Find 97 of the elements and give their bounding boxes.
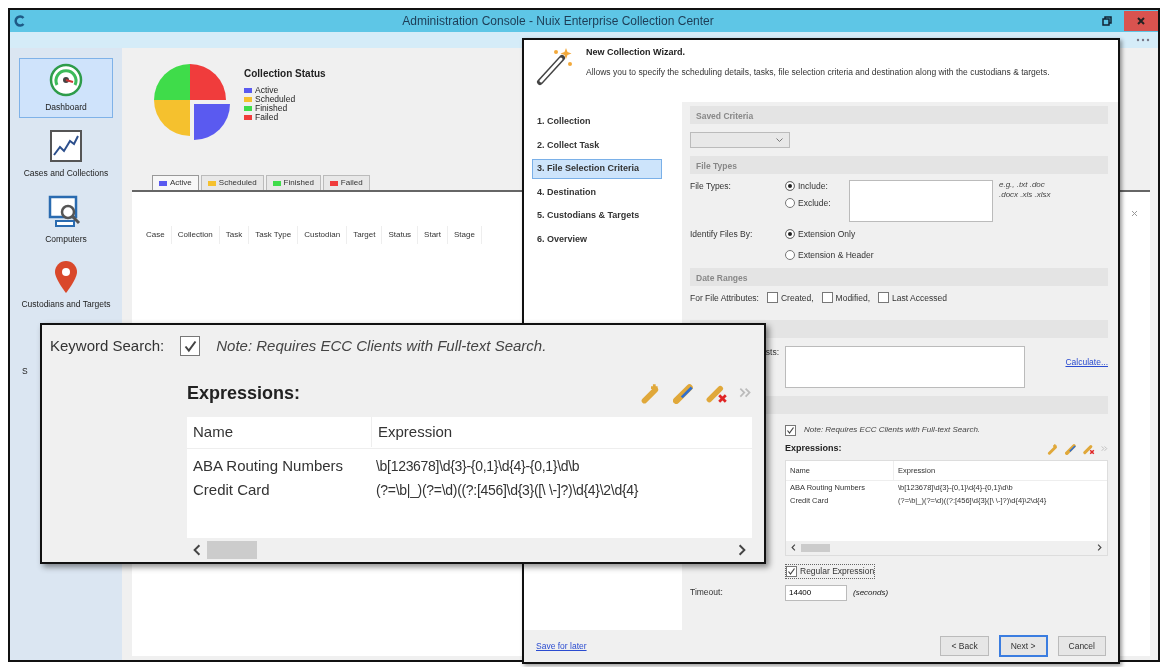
checkbox-option[interactable]: Regular Expression (785, 563, 876, 579)
scroll-right-icon[interactable] (736, 543, 748, 556)
close-button[interactable] (1124, 11, 1158, 31)
chart-title: Collection Status (244, 67, 326, 81)
scroll-thumb[interactable] (801, 543, 831, 552)
line-chart-icon (49, 128, 83, 163)
wizard-button[interactable]: Next > (998, 634, 1048, 658)
section-header: Date Ranges (690, 267, 1108, 286)
column-header[interactable]: Expression (372, 416, 459, 448)
status-tab[interactable]: Failed (322, 175, 370, 190)
radio-button[interactable] (785, 250, 795, 261)
legend-label: Failed (255, 113, 279, 122)
radio-button[interactable] (785, 181, 795, 192)
example-hint: e.g., .txt .doc .docx .xls .xlsx (999, 180, 1052, 200)
scroll-thumb[interactable] (207, 540, 258, 559)
close-icon (1136, 16, 1146, 26)
radio-label[interactable]: Include: (798, 180, 828, 193)
column-header[interactable]: Task (219, 226, 250, 244)
scroll-right-icon[interactable] (1096, 544, 1103, 552)
unit-label: (seconds) (853, 586, 889, 599)
sidebar-item[interactable]: Dashboard (19, 58, 113, 118)
field-label: Timeout: (690, 586, 724, 599)
column-header[interactable]: Stage (448, 226, 482, 244)
wizard-step[interactable]: 6. Overview (532, 229, 662, 249)
status-tab[interactable]: Scheduled (200, 175, 264, 190)
field-label: sts: (764, 346, 780, 359)
column-header[interactable]: Target (347, 226, 383, 244)
status-tab[interactable]: Active (152, 175, 199, 190)
section-title: Expressions: (785, 442, 842, 456)
checkbox-option[interactable]: Last Accessed (878, 291, 947, 305)
caret-icon (776, 138, 783, 142)
horizontal-scrollbar[interactable] (786, 540, 1107, 555)
checkbox[interactable] (180, 336, 201, 357)
table-cell-text: \b[123678]\d{3}-{0,1}\d{4}-{0,1}\d\b (375, 457, 581, 476)
checkmark-icon (787, 566, 796, 576)
legend-label: Active (255, 86, 279, 95)
wizard-button[interactable]: < Back (940, 635, 989, 657)
radio-label[interactable]: Extension Only (798, 228, 856, 241)
restore-icon (1102, 16, 1112, 26)
wizard-step[interactable]: 5. Custodians & Targets (532, 206, 662, 226)
table-cell-text: (?=\b|_)(?=\d)((?:[456]\d{3}([\ \-]?)\d{4}\2\d{4} (375, 481, 640, 500)
wizard-step[interactable]: 2. Collect Task (532, 135, 662, 155)
checkbox-option[interactable]: Created, (766, 291, 814, 305)
wizard-step[interactable]: 3. File Selection Criteria (532, 159, 662, 179)
sidebar-item[interactable]: Computers (19, 189, 113, 250)
save-for-later-link[interactable]: Save for later (536, 639, 587, 653)
legend-label: Finished (255, 104, 288, 113)
field-label: Identify Files By: (690, 228, 754, 241)
sidebar-item[interactable]: S (22, 361, 28, 378)
close-icon[interactable] (1131, 210, 1138, 217)
text-area[interactable] (785, 346, 1025, 389)
field-label: For File Attributes: (690, 291, 759, 305)
radio-button[interactable] (785, 229, 795, 240)
radio-label[interactable]: Extension & Header (798, 248, 874, 262)
gauge-icon (49, 63, 83, 97)
section-header: File Types (690, 156, 1108, 174)
file-types-input[interactable] (849, 180, 993, 222)
scroll-left-icon[interactable] (191, 543, 203, 556)
note-text: Note: Requires ECC Clients with Full-text Search. (804, 424, 981, 437)
status-tab[interactable]: Finished (265, 175, 321, 190)
pencil-icon[interactable] (672, 382, 695, 404)
column-header[interactable]: Start (418, 226, 448, 244)
legend-label: Scheduled (255, 95, 296, 104)
window-title: Administration Console - Nuix Enterprise Collection Center (401, 13, 715, 30)
column-header[interactable]: Status (382, 226, 419, 244)
field-label: Keyword Search: (50, 336, 165, 356)
wand-delete-icon[interactable] (1082, 443, 1095, 455)
wizard-step[interactable]: 1. Collection (532, 112, 662, 132)
column-header[interactable]: Name (187, 416, 372, 448)
app-icon (14, 15, 26, 27)
magic-wand-icon (534, 46, 574, 86)
wizard-title: New Collection Wizard. (586, 46, 686, 59)
field-label: File Types: (690, 180, 732, 193)
wizard-description: Allows you to specify the scheduling details, tasks, file selection criteria and destination along with the custodians & targets. (586, 65, 1050, 79)
column-header[interactable]: Custodian (298, 226, 348, 244)
section-title: Expressions: (187, 381, 301, 405)
checkbox-option[interactable]: Modified, (821, 291, 871, 305)
table-cell-text: Credit Card (192, 480, 271, 501)
scroll-left-icon[interactable] (790, 544, 797, 552)
wizard-step[interactable]: 4. Destination (532, 182, 662, 202)
sidebar-item[interactable]: Cases and Collections (19, 123, 113, 184)
section-header: Saved Criteria (690, 106, 1108, 124)
checkbox[interactable] (785, 424, 796, 436)
column-header[interactable]: Task Type (249, 226, 299, 244)
radio-button[interactable] (785, 198, 795, 209)
wizard-button[interactable]: Cancel (1057, 635, 1106, 657)
calculate-link[interactable]: Calculate... (1065, 356, 1108, 369)
pencil-icon[interactable] (1064, 443, 1077, 455)
more-icon[interactable] (1136, 38, 1150, 42)
radio-label[interactable]: Exclude: (798, 196, 831, 210)
sidebar-item[interactable]: Custodians and Targets (19, 255, 113, 315)
timeout-input[interactable]: 14400 (785, 584, 847, 601)
note-text: Note: Requires ECC Clients with Full-text Search. (216, 336, 547, 356)
column-header[interactable]: Case (140, 226, 172, 244)
column-header[interactable]: Collection (171, 226, 220, 244)
map-pin-icon (53, 260, 79, 295)
table-cell-text: ABA Routing Numbers (192, 456, 345, 477)
